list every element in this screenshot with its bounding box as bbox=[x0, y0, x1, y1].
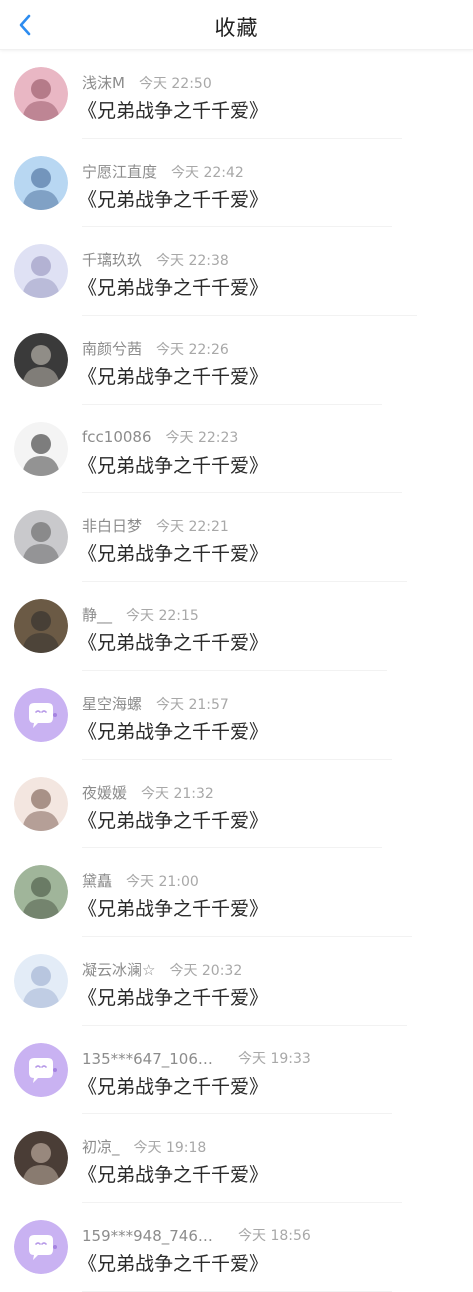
favorite-title[interactable]: 《兄弟战争之千千爱》 bbox=[78, 185, 268, 212]
timestamp: 今天 22:15 bbox=[126, 608, 199, 625]
list-item[interactable]: 星空海螺 今天 21:57 《兄弟战争之千千爱》 bbox=[0, 671, 473, 760]
item-meta: 南颜兮茜 今天 22:26 bbox=[82, 338, 229, 359]
user-name[interactable]: 静__ bbox=[82, 606, 112, 624]
item-meta: 千璃玖玖 今天 22:38 bbox=[82, 249, 229, 270]
list-item[interactable]: 初凉_ 今天 19:18 《兄弟战争之千千爱》 bbox=[0, 1114, 473, 1203]
user-name[interactable]: 非白日梦 bbox=[82, 517, 142, 535]
user-name[interactable]: 南颜兮茜 bbox=[82, 340, 142, 358]
user-name[interactable]: 凝云冰澜☆ bbox=[82, 961, 155, 979]
favorite-title[interactable]: 《兄弟战争之千千爱》 bbox=[78, 806, 268, 833]
timestamp: 今天 22:21 bbox=[156, 519, 229, 536]
favorite-title[interactable]: 《兄弟战争之千千爱》 bbox=[78, 717, 268, 744]
user-name[interactable]: 初凉_ bbox=[82, 1138, 120, 1156]
avatar[interactable] bbox=[14, 953, 68, 1008]
avatar[interactable] bbox=[14, 599, 68, 654]
user-name[interactable]: 夜媛媛 bbox=[82, 784, 127, 802]
avatar[interactable] bbox=[14, 421, 68, 476]
timestamp: 今天 19:33 bbox=[238, 1050, 311, 1067]
list-item[interactable]: 135***647_1069… 今天 19:33 《兄弟战争之千千爱》 bbox=[0, 1026, 473, 1115]
list-item[interactable]: 南颜兮茜 今天 22:26 《兄弟战争之千千爱》 bbox=[0, 316, 473, 405]
favorite-title[interactable]: 《兄弟战争之千千爱》 bbox=[78, 451, 268, 478]
divider bbox=[82, 1290, 392, 1292]
timestamp: 今天 18:56 bbox=[238, 1227, 311, 1244]
item-meta: 静__ 今天 22:15 bbox=[82, 604, 199, 625]
item-meta: 星空海螺 今天 21:57 bbox=[82, 693, 229, 714]
page-title: 收藏 bbox=[214, 16, 259, 40]
item-meta: 135***647_1069… 今天 19:33 bbox=[82, 1048, 311, 1068]
avatar[interactable] bbox=[14, 155, 68, 210]
favorite-title[interactable]: 《兄弟战争之千千爱》 bbox=[78, 96, 268, 123]
favorites-list: 浅沫M 今天 22:50 《兄弟战争之千千爱》 宁愿江直度 今天 22:42 《兄弟战争之… bbox=[0, 50, 473, 1292]
avatar[interactable] bbox=[14, 1219, 68, 1274]
timestamp: 今天 20:32 bbox=[169, 962, 243, 979]
user-name[interactable]: 135***647_1069… bbox=[82, 1050, 222, 1068]
timestamp: 今天 22:38 bbox=[156, 253, 229, 270]
favorite-title[interactable]: 《兄弟战争之千千爱》 bbox=[78, 273, 268, 300]
favorite-title[interactable]: 《兄弟战争之千千爱》 bbox=[78, 362, 268, 389]
item-meta: 非白日梦 今天 22:21 bbox=[82, 515, 229, 536]
list-item[interactable]: 静__ 今天 22:15 《兄弟战争之千千爱》 bbox=[0, 582, 473, 671]
item-meta: 宁愿江直度 今天 22:42 bbox=[82, 161, 244, 182]
item-meta: 初凉_ 今天 19:18 bbox=[82, 1136, 206, 1157]
user-name[interactable]: 千璃玖玖 bbox=[82, 251, 142, 269]
favorite-title[interactable]: 《兄弟战争之千千爱》 bbox=[78, 628, 268, 655]
avatar[interactable] bbox=[14, 687, 68, 742]
item-meta: 黛矗 今天 21:00 bbox=[82, 870, 199, 891]
timestamp: 今天 21:32 bbox=[141, 785, 214, 802]
list-item[interactable]: 159***948_7460… 今天 18:56 《兄弟战争之千千爱》 bbox=[0, 1203, 473, 1292]
list-item[interactable]: 宁愿江直度 今天 22:42 《兄弟战争之千千爱》 bbox=[0, 139, 473, 228]
list-item[interactable]: 浅沫M 今天 22:50 《兄弟战争之千千爱》 bbox=[0, 50, 473, 139]
favorite-title[interactable]: 《兄弟战争之千千爱》 bbox=[78, 1249, 268, 1276]
avatar[interactable] bbox=[14, 1131, 68, 1186]
favorite-title[interactable]: 《兄弟战争之千千爱》 bbox=[78, 894, 268, 921]
timestamp: 今天 22:26 bbox=[156, 342, 229, 359]
list-item[interactable]: 凝云冰澜☆ 今天 20:32 《兄弟战争之千千爱》 bbox=[0, 937, 473, 1026]
list-item[interactable]: 黛矗 今天 21:00 《兄弟战争之千千爱》 bbox=[0, 848, 473, 937]
avatar[interactable] bbox=[14, 865, 68, 920]
item-meta: fcc10086 今天 22:23 bbox=[82, 427, 238, 447]
timestamp: 今天 22:23 bbox=[165, 429, 239, 446]
item-meta: 夜媛媛 今天 21:32 bbox=[82, 782, 214, 803]
favorite-title[interactable]: 《兄弟战争之千千爱》 bbox=[78, 983, 268, 1010]
item-meta: 浅沫M 今天 22:50 bbox=[82, 72, 212, 93]
avatar[interactable] bbox=[14, 510, 68, 565]
user-name[interactable]: 159***948_7460… bbox=[82, 1227, 222, 1245]
timestamp: 今天 19:18 bbox=[133, 1140, 207, 1157]
timestamp: 今天 22:42 bbox=[171, 164, 244, 181]
user-name[interactable]: 星空海螺 bbox=[82, 695, 142, 713]
user-name[interactable]: 浅沫M bbox=[82, 74, 125, 92]
favorite-title[interactable]: 《兄弟战争之千千爱》 bbox=[78, 539, 268, 566]
timestamp: 今天 21:00 bbox=[126, 874, 199, 891]
list-item[interactable]: 千璃玖玖 今天 22:38 《兄弟战争之千千爱》 bbox=[0, 227, 473, 317]
user-name[interactable]: 宁愿江直度 bbox=[82, 163, 157, 181]
avatar[interactable] bbox=[14, 244, 68, 299]
favorite-title[interactable]: 《兄弟战争之千千爱》 bbox=[78, 1072, 268, 1099]
user-name[interactable]: 黛矗 bbox=[82, 872, 112, 890]
list-item[interactable]: 夜媛媛 今天 21:32 《兄弟战争之千千爱》 bbox=[0, 760, 473, 849]
avatar[interactable] bbox=[14, 67, 68, 121]
user-name[interactable]: fcc10086 bbox=[82, 428, 152, 446]
list-item[interactable]: fcc10086 今天 22:23 《兄弟战争之千千爱》 bbox=[0, 405, 473, 494]
list-item[interactable]: 非白日梦 今天 22:21 《兄弟战争之千千爱》 bbox=[0, 493, 473, 583]
favorite-title[interactable]: 《兄弟战争之千千爱》 bbox=[78, 1160, 268, 1187]
avatar[interactable] bbox=[14, 1042, 68, 1097]
timestamp: 今天 22:50 bbox=[138, 76, 212, 92]
item-meta: 159***948_7460… 今天 18:56 bbox=[82, 1225, 311, 1245]
item-meta: 凝云冰澜☆ 今天 20:32 bbox=[82, 959, 242, 980]
timestamp: 今天 21:57 bbox=[156, 696, 229, 713]
avatar[interactable] bbox=[14, 776, 68, 831]
avatar[interactable] bbox=[14, 333, 68, 388]
top-bar: 收藏 bbox=[0, 0, 473, 50]
